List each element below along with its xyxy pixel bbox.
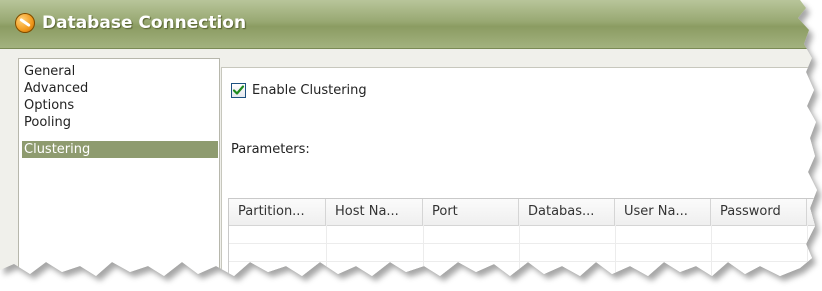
column-header-port[interactable]: Port [423, 199, 519, 225]
column-divider [519, 225, 520, 276]
column-header-password[interactable]: Password [711, 199, 807, 225]
column-header-database[interactable]: Databas... [519, 199, 615, 225]
enable-clustering-checkbox[interactable] [231, 83, 246, 98]
app-icon [15, 13, 35, 33]
column-header-user-name[interactable]: User Na... [615, 199, 711, 225]
column-divider [423, 225, 424, 276]
column-divider [615, 225, 616, 276]
window-title: Database Connection [42, 13, 247, 33]
clustering-panel: Enable Clustering Parameters: Partition.… [221, 67, 822, 280]
database-connection-dialog: Database Connection General Advanced Opt… [0, 0, 822, 280]
parameters-table[interactable]: Partition... Host Na... Port Databas... … [228, 198, 822, 280]
settings-nav-list: General Advanced Options Pooling Cluster… [18, 58, 220, 276]
title-bar[interactable]: Database Connection [0, 0, 817, 49]
column-divider [807, 225, 808, 276]
table-row[interactable] [229, 279, 822, 280]
table-row[interactable] [229, 261, 817, 262]
column-divider [711, 225, 712, 276]
checkmark-icon [232, 85, 245, 95]
enable-clustering-label[interactable]: Enable Clustering [252, 83, 367, 98]
column-header-partition[interactable]: Partition... [229, 199, 326, 225]
table-row[interactable] [229, 243, 817, 244]
column-header-host-name[interactable]: Host Na... [326, 199, 423, 225]
table-header: Partition... Host Na... Port Databas... … [229, 199, 817, 226]
nav-item-pooling[interactable]: Pooling [22, 114, 218, 131]
nav-item-general[interactable]: General [22, 63, 218, 80]
nav-item-advanced[interactable]: Advanced [22, 80, 218, 97]
nav-item-options[interactable]: Options [22, 97, 218, 114]
column-divider [326, 225, 327, 276]
nav-item-clustering[interactable]: Clustering [22, 141, 218, 158]
parameters-label: Parameters: [231, 142, 310, 157]
